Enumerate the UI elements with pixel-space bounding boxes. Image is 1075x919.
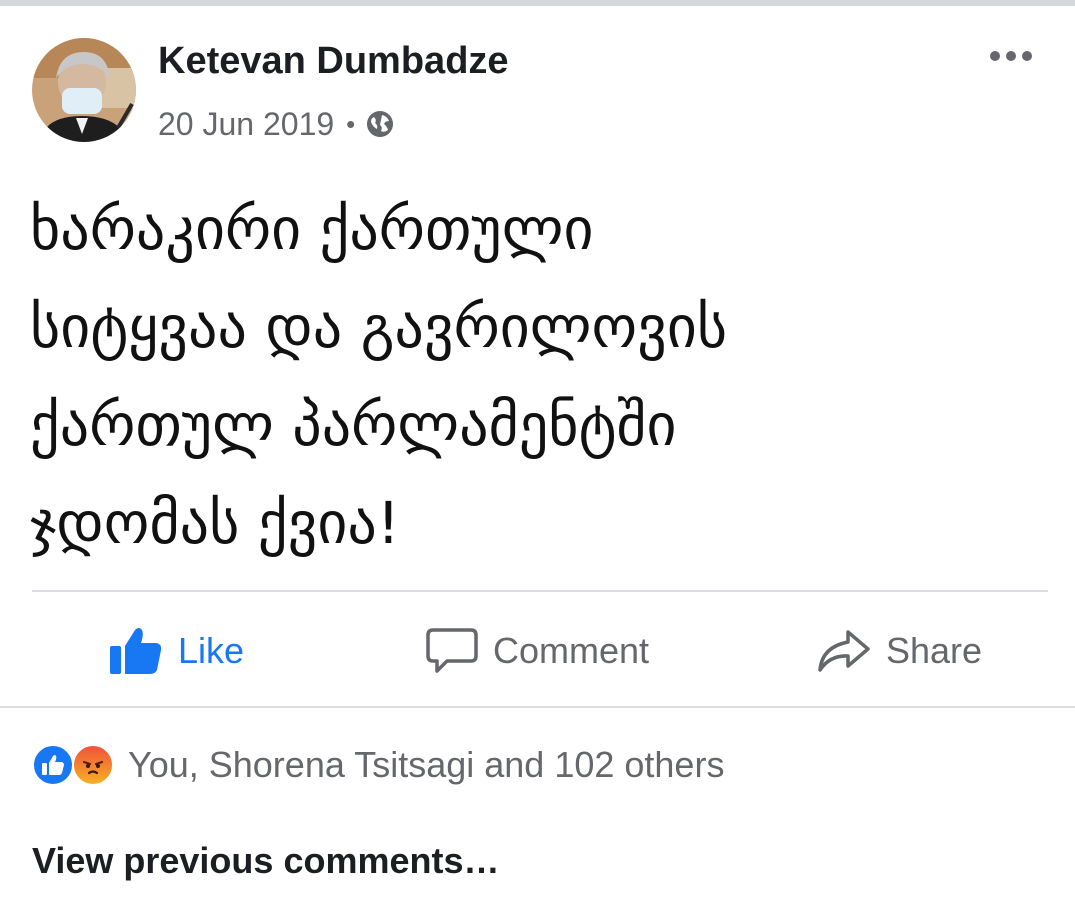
divider <box>32 590 1048 592</box>
facebook-post: Ketevan Dumbadze 20 Jun 2019 • ხარაკირი … <box>0 0 1075 919</box>
more-options-button[interactable] <box>986 46 1036 70</box>
reactions-summary[interactable]: You, Shorena Tsitsagi and 102 others <box>32 740 724 790</box>
avatar[interactable] <box>32 38 136 142</box>
post-text: ხარაკირი ქართული სიტყვაა და გავრილოვის ქ… <box>30 180 1030 572</box>
like-reaction-icon <box>32 744 74 786</box>
top-separator <box>0 0 1075 6</box>
comment-button[interactable]: Comment <box>425 608 649 694</box>
action-bar: Like Comment Share <box>0 608 1075 694</box>
share-button[interactable]: Share <box>816 608 982 694</box>
meta-separator: • <box>346 108 356 139</box>
post-text-line: ჯდომას ქვია! <box>30 489 401 557</box>
view-previous-comments-link[interactable]: View previous comments… <box>32 840 500 882</box>
post-text-line: ქართულ პარლამენტში <box>30 391 677 459</box>
author-name[interactable]: Ketevan Dumbadze <box>158 40 509 83</box>
post-timestamp[interactable]: 20 Jun 2019 <box>158 106 334 143</box>
post-text-line: ხარაკირი ქართული <box>30 195 594 263</box>
share-icon <box>816 628 872 674</box>
post-meta: 20 Jun 2019 • <box>158 104 395 144</box>
share-label: Share <box>886 630 983 671</box>
globe-icon <box>365 109 395 139</box>
comment-icon <box>425 626 479 676</box>
thumbs-up-icon <box>108 626 164 676</box>
more-horizontal-icon <box>989 49 1033 67</box>
comment-label: Comment <box>493 630 650 671</box>
like-label: Like <box>178 630 245 671</box>
angry-reaction-icon <box>72 744 114 786</box>
reactions-text: You, Shorena Tsitsagi and 102 others <box>128 744 725 785</box>
reaction-icons <box>32 742 120 788</box>
like-button[interactable]: Like <box>108 608 244 694</box>
post-text-line: სიტყვაა და გავრილოვის <box>30 293 728 361</box>
divider <box>0 706 1075 708</box>
